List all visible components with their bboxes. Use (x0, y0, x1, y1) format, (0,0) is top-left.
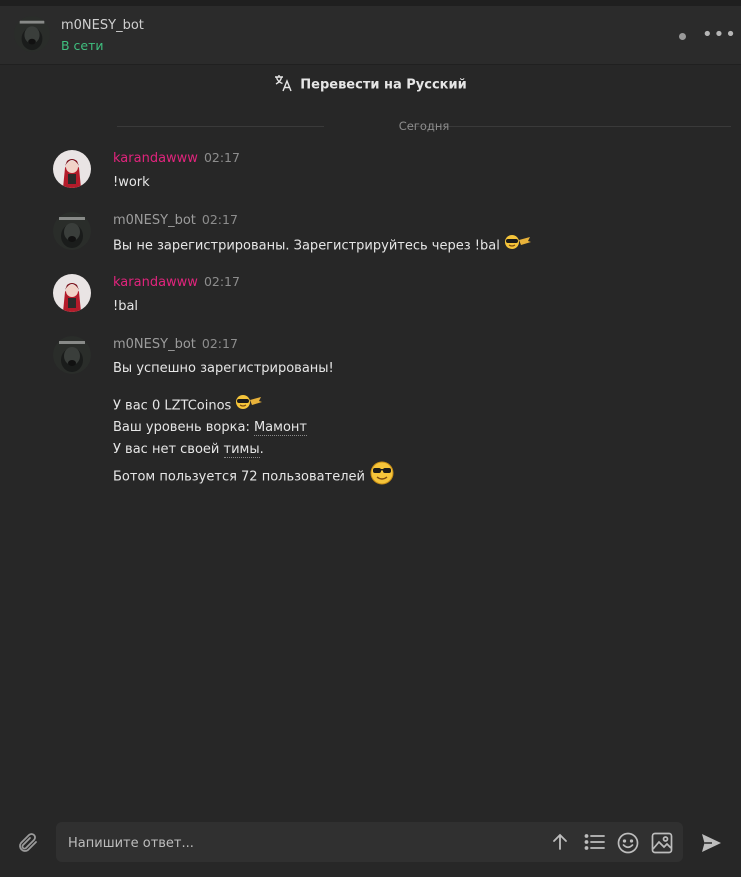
message-author[interactable]: m0NESY_bot 02:17 (113, 212, 238, 228)
message-time: 02:17 (203, 150, 240, 165)
online-status: В сети (61, 38, 104, 53)
cool-sunglasses-emoji-icon (235, 394, 263, 418)
bot-avatar[interactable] (53, 336, 91, 374)
translate-label: Перевести на Русский (300, 77, 467, 93)
image-icon[interactable] (651, 832, 673, 858)
message-author[interactable]: m0NESY_bot 02:17 (113, 336, 238, 352)
message-composer (56, 822, 683, 864)
list-icon[interactable] (584, 832, 606, 856)
user-avatar[interactable] (53, 150, 91, 188)
team-value[interactable]: тимы (223, 441, 260, 458)
status-dot-icon (679, 33, 686, 40)
rank-value[interactable]: Мамонт (253, 420, 307, 436)
message-text: Вы успешно зарегистрированы! У вас 0 LZT… (113, 358, 395, 494)
message-author[interactable]: karandawww 02:17 (113, 274, 240, 290)
attach-icon[interactable] (16, 831, 40, 859)
message-time: 02:17 (201, 336, 238, 351)
chat-title: m0NESY_bot (61, 18, 144, 33)
date-label: Сегодня (398, 119, 450, 133)
cool-sunglasses-emoji-icon (504, 234, 532, 258)
message-line: У вас 0 LZTCoinos (113, 394, 395, 418)
message-time: 02:17 (203, 274, 240, 289)
message-input[interactable] (66, 822, 530, 864)
more-options-icon[interactable]: ••• (702, 26, 737, 44)
arrow-up-icon[interactable] (550, 832, 570, 856)
message-line: Ваш уровень ворка: Мамонт (113, 420, 307, 436)
translate-button[interactable]: Перевести на Русский (0, 74, 741, 96)
message-time: 02:17 (201, 212, 238, 227)
chat-header: m0NESY_bot В сети ••• (0, 6, 741, 65)
message-text: Вы не зарегистрированы. Зарегистрируйтес… (113, 234, 532, 258)
user-avatar[interactable] (53, 274, 91, 312)
date-separator: Сегодня (117, 119, 731, 133)
message-author[interactable]: karandawww 02:17 (113, 150, 240, 166)
message-line: Ботом пользуется 72 пользователей (113, 460, 395, 494)
message-line: У вас нет своей тимы. (113, 441, 264, 458)
sunglasses-face-emoji-icon (369, 460, 395, 494)
translate-icon (274, 74, 292, 96)
message-text: !work (113, 175, 150, 190)
bot-avatar[interactable] (53, 212, 91, 250)
send-icon[interactable] (700, 832, 722, 858)
message-text: !bal (113, 299, 139, 314)
smiley-icon[interactable] (617, 832, 639, 858)
message-line: Вы успешно зарегистрированы! (113, 361, 334, 376)
bot-avatar[interactable] (14, 16, 50, 52)
